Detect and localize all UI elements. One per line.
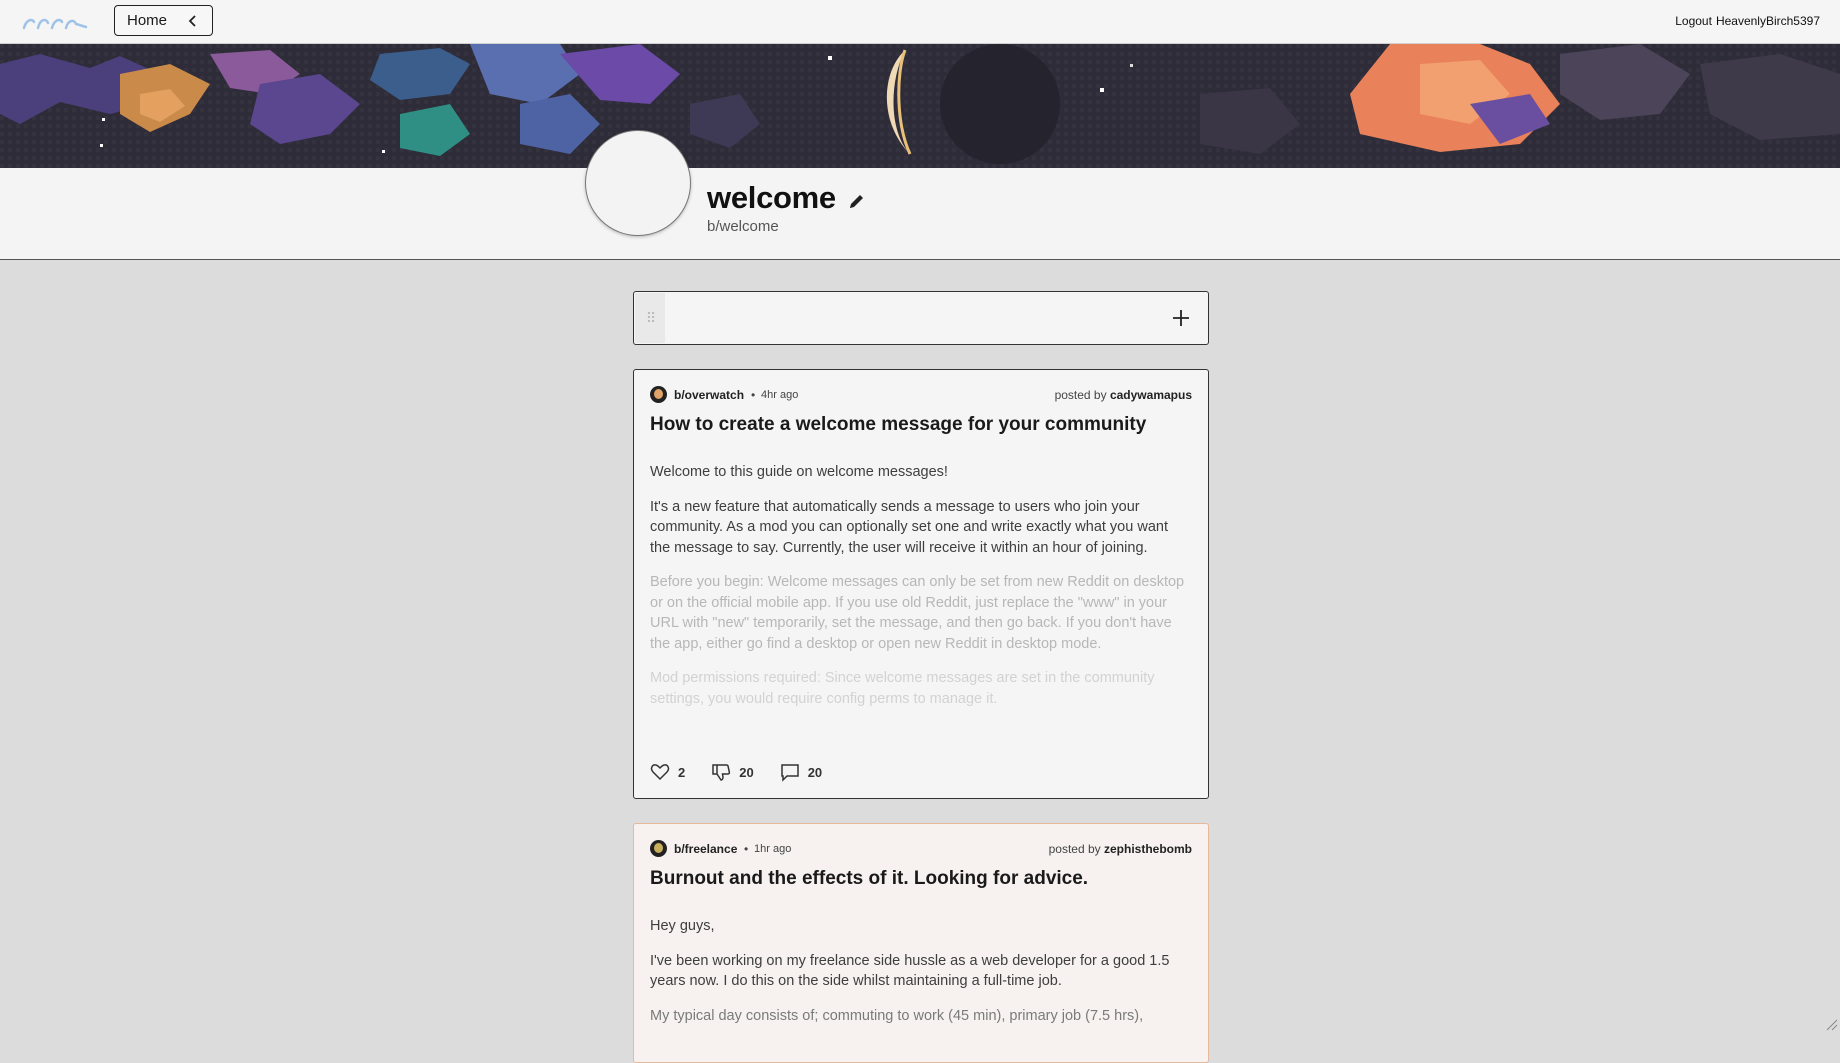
post-age: 1hr ago [754, 843, 792, 855]
post-body: Hey guys, I've been working on my freela… [650, 916, 1192, 1040]
composer-input[interactable] [668, 293, 1152, 345]
author-link[interactable]: cadywamapus [1110, 388, 1192, 402]
post-paragraph: It's a new feature that automatically se… [650, 498, 1168, 556]
community-header [0, 168, 1840, 260]
comments-button[interactable]: 20 [780, 762, 822, 782]
drag-handle-icon[interactable]: ⠿ [635, 293, 665, 343]
top-bar: Home Logout HeavenlyBirch5397 [0, 0, 1840, 44]
like-button[interactable]: 2 [650, 762, 685, 782]
home-label: Home [127, 12, 168, 29]
meta-separator: • [744, 842, 749, 856]
dislike-button[interactable]: 20 [711, 762, 754, 782]
posted-by: posted by zephisthebomb [1049, 842, 1192, 856]
post-body: Welcome to this guide on welcome message… [650, 462, 1192, 723]
post-paragraph: Before you begin: Welcome messages can o… [650, 574, 1185, 652]
username-link[interactable]: HeavenlyBirch5397 [1716, 14, 1820, 28]
pencil-edit-icon[interactable] [848, 192, 866, 210]
meta-separator: • [751, 388, 756, 402]
community-avatar[interactable] [585, 130, 691, 236]
subreddit-avatar-icon [650, 386, 667, 403]
logout-link[interactable]: Logout [1675, 14, 1712, 28]
subreddit-avatar-icon [650, 840, 667, 857]
home-dropdown-button[interactable]: Home [114, 5, 213, 36]
subreddit-link[interactable]: b/freelance [674, 842, 737, 856]
post-paragraph: Welcome to this guide on welcome message… [650, 464, 948, 480]
resize-corner-icon[interactable] [1824, 1017, 1838, 1031]
post-paragraph: Mod permissions required: Since welcome … [650, 670, 1155, 707]
banner-artwork [0, 44, 1840, 168]
post-age: 4hr ago [761, 389, 799, 401]
community-handle: b/welcome [707, 218, 779, 235]
author-link[interactable]: zephisthebomb [1104, 842, 1192, 856]
post-title[interactable]: Burnout and the effects of it. Looking f… [650, 868, 1192, 890]
post-paragraph: Hey guys, [650, 918, 715, 934]
chevron-left-icon [188, 15, 196, 27]
comment-count: 20 [807, 764, 823, 780]
add-post-plus-icon[interactable] [1170, 307, 1192, 329]
post-title[interactable]: How to create a welcome message for your… [650, 414, 1192, 436]
post-paragraph: My typical day consists of; commuting to… [650, 1007, 1144, 1024]
user-area: Logout HeavenlyBirch5397 [1675, 14, 1820, 28]
community-title: welcome [707, 180, 836, 215]
site-logo-icon[interactable] [20, 10, 90, 32]
posted-by-label: posted by [1054, 388, 1107, 402]
like-count: 2 [678, 764, 686, 780]
community-banner [0, 44, 1840, 168]
subreddit-link[interactable]: b/overwatch [674, 388, 744, 402]
post-meta: b/overwatch • 4hr ago posted by cadywama… [650, 386, 1192, 404]
comment-icon [780, 764, 799, 782]
dislike-count: 20 [739, 764, 754, 780]
heart-icon [650, 764, 670, 781]
post-meta: b/freelance • 1hr ago posted by zephisth… [650, 840, 1192, 858]
post-card[interactable]: b/freelance • 1hr ago posted by zephisth… [633, 823, 1209, 1063]
post-paragraph: I've been working on my freelance side h… [650, 952, 1170, 990]
thumbs-down-icon [712, 764, 731, 781]
post-actions: 2 20 20 [650, 762, 822, 782]
posted-by-label: posted by [1048, 842, 1101, 856]
post-card[interactable]: b/overwatch • 4hr ago posted by cadywama… [633, 369, 1209, 799]
posted-by: posted by cadywamapus [1055, 388, 1192, 402]
post-composer: ⠿ [633, 291, 1209, 345]
